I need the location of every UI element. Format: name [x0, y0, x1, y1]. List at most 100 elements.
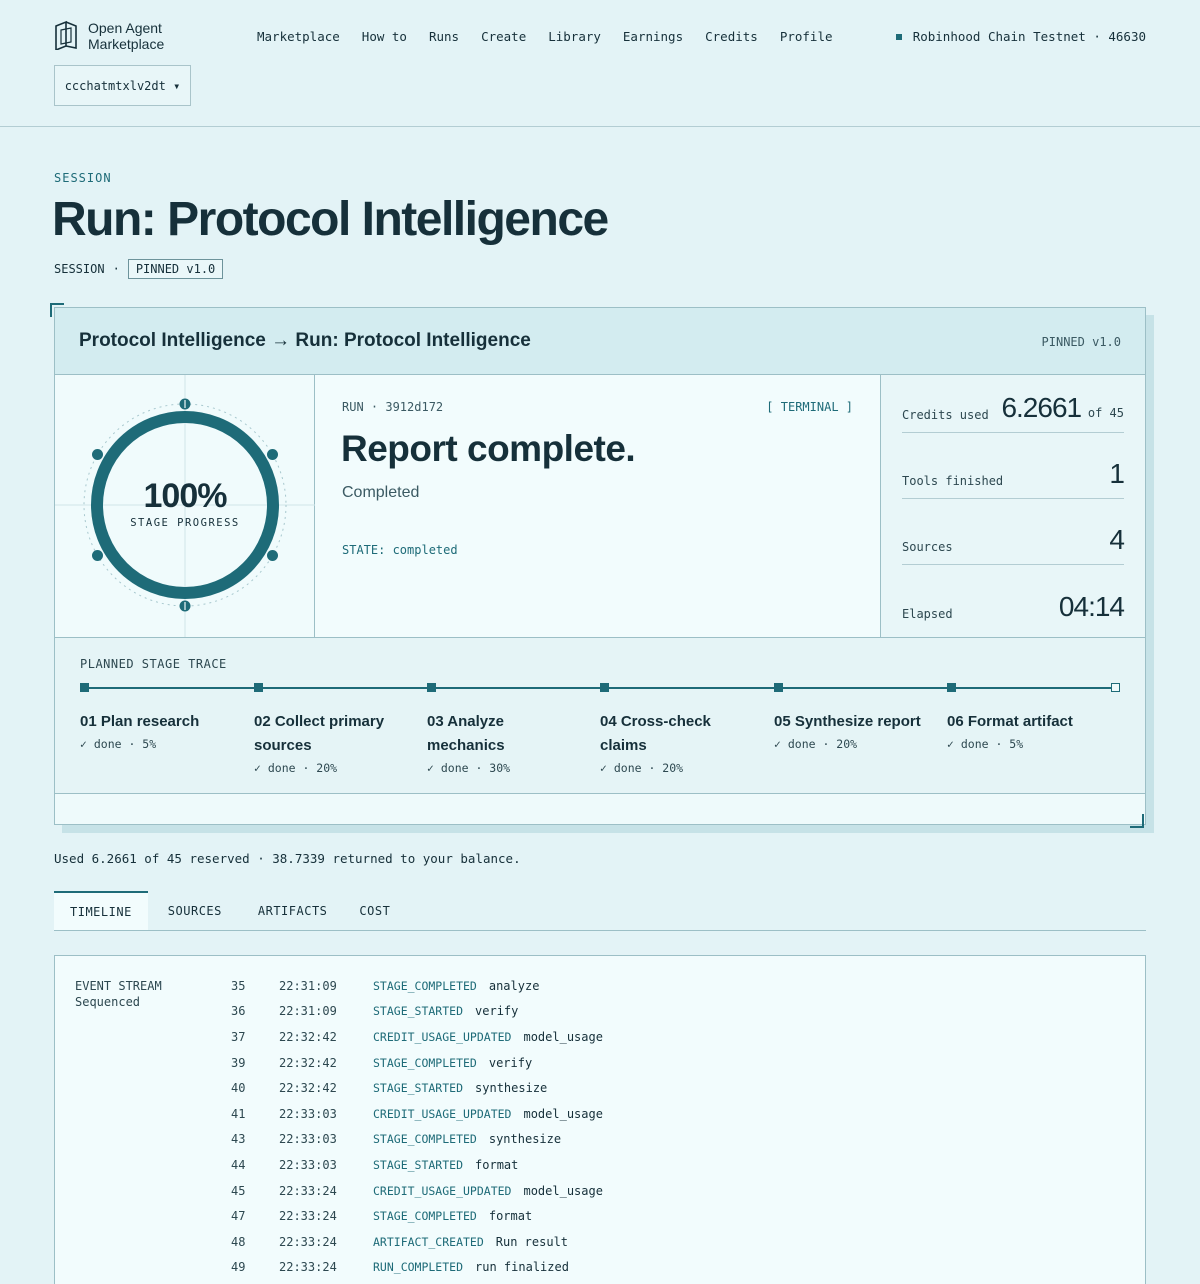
stage-status: ✓ done · 5%: [80, 737, 157, 751]
nav-credits[interactable]: Credits: [705, 29, 758, 44]
terminal-link[interactable]: [ TERMINAL ]: [766, 400, 853, 414]
event-type: CREDIT_USAGE_UPDATED: [373, 1183, 512, 1198]
tab-timeline[interactable]: TIMELINE: [54, 891, 148, 930]
event-detail: analyze: [488, 978, 540, 993]
gauge-node: [267, 449, 278, 460]
page-kicker: SESSION: [54, 171, 112, 185]
event-detail: model_usage: [523, 1183, 603, 1198]
event-row: 43 22:33:03 STAGE_COMPLETED synthesize: [231, 1127, 603, 1153]
event-time: 22:33:24: [279, 1209, 337, 1224]
status-text: Completed: [342, 484, 420, 501]
trace-node: [254, 683, 263, 692]
metric-credits-used: Credits used 6.2661 of 45: [902, 375, 1124, 433]
event-row: 45 22:33:24 CREDIT_USAGE_UPDATED model_usag…: [231, 1178, 603, 1204]
stage-name: 06 Format artifact: [947, 713, 1073, 730]
metric-label: Credits used: [902, 408, 989, 422]
tab-cost[interactable]: COST: [343, 891, 406, 930]
account-dropdown[interactable]: ccchatmtxlv2dt ▾: [54, 65, 191, 106]
metric-value: 6.2661 of 45: [1001, 392, 1124, 424]
card-title: Protocol Intelligence → Run: Protocol In…: [79, 330, 531, 351]
stage-item: 01 Plan research ✓ done · 5%: [80, 710, 240, 751]
nav-profile[interactable]: Profile: [780, 29, 833, 44]
chain-indicator: Robinhood Chain Testnet · 46630: [895, 29, 1146, 44]
event-type: STAGE_COMPLETED: [373, 1132, 477, 1147]
event-time: 22:31:09: [279, 978, 337, 993]
stage-status: ✓ done · 20%: [774, 737, 858, 751]
logo-text: Open Agent Marketplace: [88, 20, 164, 52]
separator: ·: [112, 262, 120, 276]
stage-item: 02 Collect primary sources ✓ done · 20%: [254, 710, 404, 775]
gauge-readout: 100% STAGE PROGRESS: [55, 479, 315, 529]
trace-node: [774, 683, 783, 692]
event-seq: 41: [231, 1106, 246, 1121]
event-row: 44 22:33:03 STAGE_STARTED format: [231, 1152, 603, 1178]
metric-label: Tools finished: [902, 474, 1004, 488]
event-detail: model_usage: [523, 1106, 603, 1121]
top-header: Open Agent Marketplace Marketplace How t…: [0, 0, 1200, 127]
nav-how-to[interactable]: How to: [362, 29, 407, 44]
card-version: PINNED v1.0: [1041, 335, 1121, 349]
chain-label: Robinhood Chain Testnet · 46630: [912, 29, 1146, 44]
event-seq: 45: [231, 1183, 246, 1198]
event-detail: format: [488, 1209, 533, 1224]
gauge-percent: 100%: [143, 477, 228, 515]
event-seq: 44: [231, 1157, 246, 1172]
event-detail: verify: [475, 1004, 519, 1019]
event-row: 47 22:33:24 STAGE_COMPLETED format: [231, 1203, 603, 1229]
state-text: STATE: completed: [342, 543, 458, 557]
stage-item: 04 Cross-check claims ✓ done · 20%: [600, 710, 735, 775]
event-seq: 48: [231, 1234, 246, 1249]
event-type: CREDIT_USAGE_UPDATED: [373, 1029, 512, 1044]
stage-trace: PLANNED STAGE TRACE 01 Plan research ✓ d…: [55, 637, 1145, 794]
metric-label: Elapsed: [902, 607, 953, 621]
logo-icon: [55, 20, 77, 50]
event-row: 49 22:33:24 RUN_COMPLETED run finalized: [231, 1255, 603, 1281]
event-type: STAGE_STARTED: [373, 1081, 464, 1096]
event-type: STAGE_COMPLETED: [373, 1209, 477, 1224]
event-row: 37 22:32:42 CREDIT_USAGE_UPDATED model_usag…: [231, 1024, 603, 1050]
event-seq: 39: [231, 1055, 246, 1070]
event-type: STAGE_STARTED: [373, 1004, 464, 1019]
nav-runs[interactable]: Runs: [429, 29, 459, 44]
run-card: Protocol Intelligence → Run: Protocol In…: [54, 307, 1146, 825]
event-time: 22:33:03: [279, 1157, 337, 1172]
event-seq: 36: [231, 1004, 246, 1019]
status-headline: Report complete.: [341, 428, 636, 469]
gauge-node: [92, 449, 103, 460]
event-type: STAGE_STARTED: [373, 1157, 464, 1172]
tab-artifacts[interactable]: ARTIFACTS: [242, 891, 344, 930]
event-time: 22:33:03: [279, 1132, 337, 1147]
logo-line-1: Open Agent: [88, 20, 162, 36]
event-time: 22:33:03: [279, 1106, 337, 1121]
event-detail: synthesize: [475, 1081, 548, 1096]
event-stream-label: EVENT STREAM Sequenced: [75, 978, 162, 1010]
logo[interactable]: Open Agent Marketplace: [54, 20, 164, 52]
stage-status: ✓ done · 20%: [600, 761, 684, 775]
event-type: RUN_COMPLETED: [373, 1260, 464, 1275]
event-detail: format: [475, 1157, 519, 1172]
metric-elapsed: Elapsed 04:14: [902, 573, 1125, 631]
stage-status: ✓ done · 20%: [254, 761, 338, 775]
gauge-node: [267, 550, 278, 561]
event-seq: 49: [231, 1260, 246, 1275]
metric-tools-finished: Tools finished 1: [902, 441, 1125, 499]
nav-library[interactable]: Library: [548, 29, 601, 44]
nav-create[interactable]: Create: [481, 29, 526, 44]
run-id: RUN · 3912d172: [342, 400, 444, 414]
event-list: 35 22:31:09 STAGE_COMPLETED analyze 36 22:31…: [231, 973, 603, 1280]
stage-name: 03 Analyze mechanics: [427, 713, 505, 754]
nav-marketplace[interactable]: Marketplace: [257, 29, 340, 44]
metric-value: 1: [1109, 458, 1125, 489]
event-seq: 47: [231, 1209, 246, 1224]
metric-label: Sources: [902, 540, 953, 554]
balance-summary: Used 6.2661 of 45 reserved · 38.7339 ret…: [54, 851, 521, 866]
event-seq: 35: [231, 978, 246, 993]
stage-status: ✓ done · 30%: [427, 761, 511, 775]
stage-name: 01 Plan research: [80, 713, 200, 730]
event-row: 40 22:32:42 STAGE_STARTED synthesize: [231, 1075, 603, 1101]
tab-sources[interactable]: SOURCES: [152, 891, 238, 930]
nav-earnings[interactable]: Earnings: [623, 29, 683, 44]
status-dot-icon: [895, 33, 902, 40]
event-stream: EVENT STREAM Sequenced 35 22:31:09 STAGE_C…: [54, 955, 1146, 1284]
metric-sources: Sources 4: [902, 507, 1125, 565]
